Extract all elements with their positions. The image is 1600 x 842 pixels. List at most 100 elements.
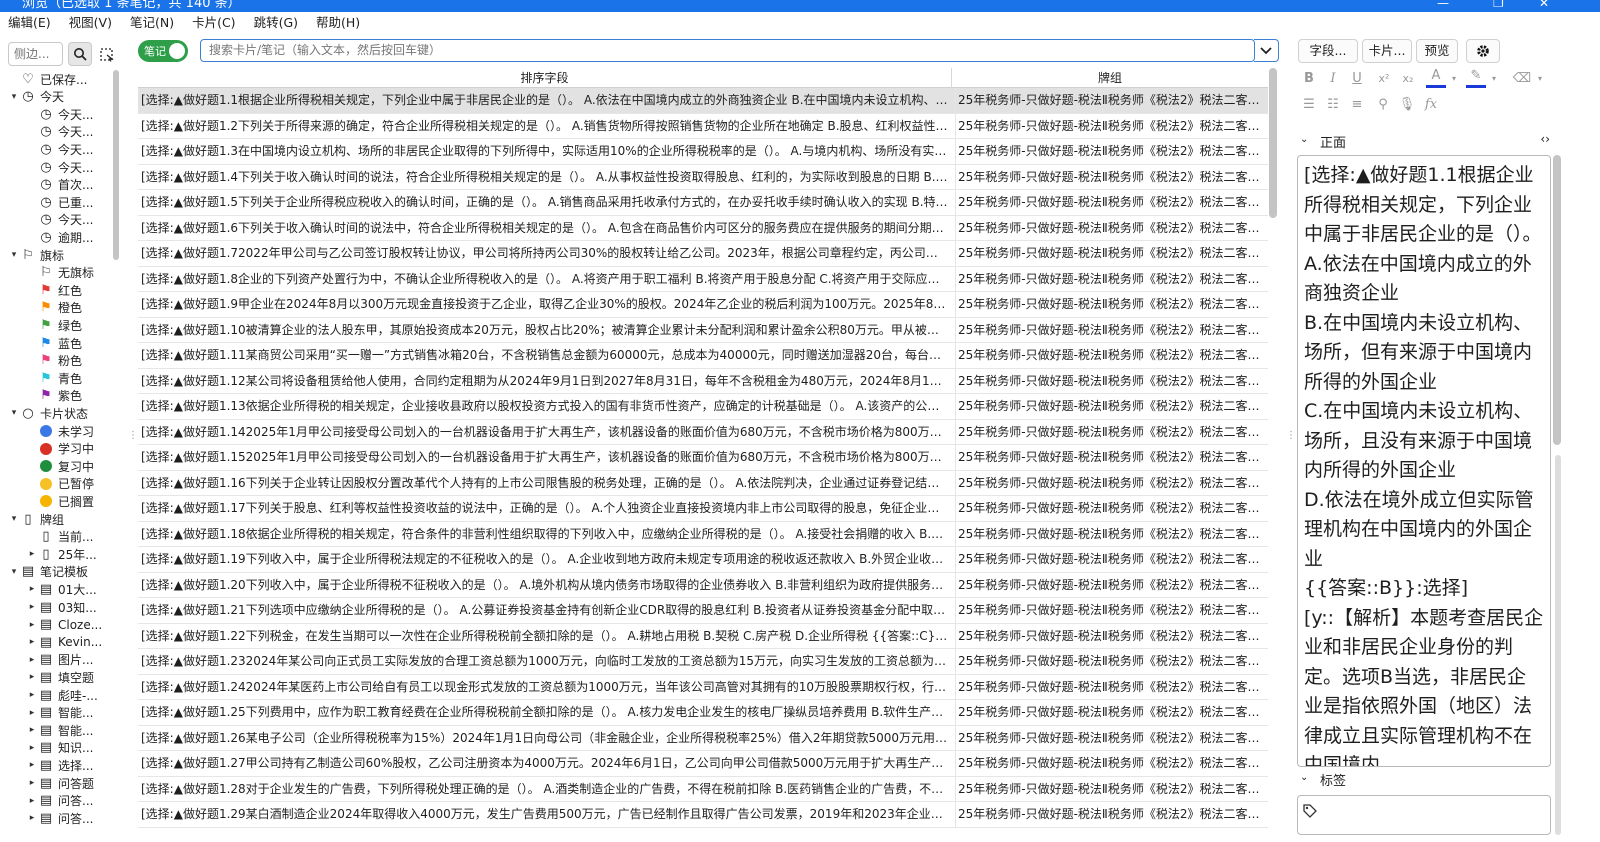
attachment-icon[interactable]: ⚲: [1373, 94, 1393, 114]
sidebar-item[interactable]: ⚑ 绿色: [26, 316, 82, 334]
table-row[interactable]: [选择:▲做好题1.6下列关于收入确认时间的说法中，符合企业所得税相关规定的是（…: [138, 215, 1268, 241]
menu-edit[interactable]: 编辑(E): [8, 12, 51, 34]
eraser-icon[interactable]: ⌫: [1512, 68, 1532, 88]
table-row[interactable]: [选择:▲做好题1.26某电子公司（企业所得税税率为15%）2024年1月1日向…: [138, 725, 1268, 751]
table-row[interactable]: [选择:▲做好题1.8企业的下列资产处置行为中，不确认企业所得税收入的是（）。 …: [138, 266, 1268, 292]
sidebar-item[interactable]: ▸ ▤ 问答题: [26, 774, 94, 792]
expand-arrow-icon[interactable]: ▸: [26, 655, 38, 665]
table-row[interactable]: [选择:▲做好题1.11某商贸公司采用“买一赠一”方式销售冰箱20台，不含税销售…: [138, 343, 1268, 369]
expand-arrow-icon[interactable]: ▸: [26, 708, 38, 718]
sidebar-item[interactable]: ▾ ○ 卡片状态: [8, 404, 88, 422]
table-row[interactable]: [选择:▲做好题1.29某白酒制造企业2024年取得收入4000万元，发生广告费…: [138, 802, 1268, 828]
highlight-icon[interactable]: ✎: [1466, 66, 1486, 88]
subscript-icon[interactable]: x₂: [1397, 68, 1419, 88]
bullet-list-icon[interactable]: ☰: [1299, 94, 1319, 114]
maximize-icon[interactable]: ❐: [1493, 0, 1504, 11]
sidebar-item[interactable]: ▾ ▤ 笔记模板: [8, 563, 88, 581]
tags-input[interactable]: [1297, 795, 1551, 835]
table-row[interactable]: [选择:▲做好题1.9甲企业在2024年8月以300万元现金直接投资于乙企业，取…: [138, 292, 1268, 318]
chevron-down-icon[interactable]: [1254, 39, 1279, 62]
expand-arrow-icon[interactable]: ▾: [8, 92, 20, 102]
sidebar-item[interactable]: ⚐ 无旗标: [26, 264, 94, 282]
expand-arrow-icon[interactable]: ▸: [26, 549, 38, 559]
underline-icon[interactable]: U: [1347, 68, 1367, 88]
menu-help[interactable]: 帮助(H): [316, 12, 360, 34]
preview-button[interactable]: 预览: [1416, 39, 1458, 63]
editor-splitter-handle[interactable]: ⋮: [1286, 430, 1296, 441]
sidebar-item[interactable]: ▸ ▤ Cloze...: [26, 616, 102, 634]
expand-arrow-icon[interactable]: ▸: [26, 672, 38, 682]
sidebar-item[interactable]: ⚑ 青色: [26, 369, 82, 387]
expand-arrow-icon[interactable]: ▸: [26, 760, 38, 770]
expand-arrow-icon[interactable]: ▸: [26, 725, 38, 735]
table-row[interactable]: [选择:▲做好题1.5下列关于企业所得税应税收入的确认时间，正确的是（）。 A.…: [138, 190, 1268, 216]
select-tool-icon[interactable]: [94, 42, 118, 66]
table-row[interactable]: [选择:▲做好题1.13依据企业所得税的相关规定，企业接收县政府以股权投资方式投…: [138, 394, 1268, 420]
sidebar-item[interactable]: 已搁置: [26, 492, 94, 510]
sidebar-item[interactable]: 复习中: [26, 457, 94, 475]
sidebar-item[interactable]: ◷ 今天...: [26, 140, 93, 158]
expand-arrow-icon[interactable]: ▸: [26, 796, 38, 806]
sidebar-item[interactable]: ▸ ▤ 知识...: [26, 739, 94, 757]
table-row[interactable]: [选择:▲做好题1.152025年1月甲公司接受母公司划入的一台机器设备用于扩大…: [138, 445, 1268, 471]
column-header-deck[interactable]: 牌组: [952, 68, 1268, 88]
align-icon[interactable]: ≡: [1347, 94, 1367, 114]
sidebar-item[interactable]: ◷ 逾期...: [26, 228, 93, 246]
table-row[interactable]: [选择:▲做好题1.25下列费用中，应作为职工教育经费在企业所得税税前全额扣除的…: [138, 700, 1268, 726]
table-row[interactable]: [选择:▲做好题1.4下列关于收入确认时间的说法，符合企业所得税相关规定的是（）…: [138, 164, 1268, 190]
sidebar-item[interactable]: ▸ ▤ 智能...: [26, 721, 94, 739]
bold-icon[interactable]: B: [1299, 68, 1319, 88]
sidebar-item[interactable]: ⚑ 橙色: [26, 299, 82, 317]
table-row[interactable]: [选择:▲做好题1.21下列选项中应缴纳企业所得税的是（）。 A.公募证券投资基…: [138, 598, 1268, 624]
sidebar-item[interactable]: 未学习: [26, 422, 94, 440]
expand-arrow-icon[interactable]: ▾: [8, 514, 20, 524]
sidebar-item[interactable]: ▸ ▤ 彪哇-...: [26, 686, 98, 704]
expand-arrow-icon[interactable]: ▸: [26, 743, 38, 753]
sidebar-item[interactable]: ▾ ▯ 牌组: [8, 510, 64, 528]
table-row[interactable]: [选择:▲做好题1.142025年1月甲公司接受母公司划入的一台机器设备用于扩大…: [138, 419, 1268, 445]
menu-go[interactable]: 跳转(G): [254, 12, 298, 34]
superscript-icon[interactable]: x²: [1373, 68, 1395, 88]
table-row[interactable]: [选择:▲做好题1.17下列关于股息、红利等权益性投资收益的说法中，正确的是（）…: [138, 496, 1268, 522]
field-editor-front[interactable]: [选择:▲做好题1.1根据企业所得税相关规定，下列企业中属于非居民企业的是（）。…: [1297, 155, 1551, 767]
sidebar-item[interactable]: ▸ ▤ 问答...: [26, 809, 94, 827]
sidebar-item[interactable]: ▸ ▤ 智能...: [26, 704, 94, 722]
gear-icon[interactable]: [1466, 39, 1500, 63]
sidebar-item[interactable]: ⚑ 紫色: [26, 387, 82, 405]
expand-arrow-icon[interactable]: ▸: [26, 584, 38, 594]
editor-scrollbar[interactable]: [1553, 155, 1561, 445]
chevron-down-icon[interactable]: ▾: [1448, 68, 1460, 88]
chevron-down-icon[interactable]: ▾: [1534, 68, 1546, 88]
sidebar-splitter-handle[interactable]: ⋮: [128, 430, 138, 441]
table-row[interactable]: [选择:▲做好题1.242024年某医药上市公司给自有员工以现金形式发放的工资总…: [138, 674, 1268, 700]
sidebar-item[interactable]: ▸ ▤ 问答...: [26, 792, 94, 810]
sidebar-item[interactable]: 学习中: [26, 440, 94, 458]
formula-icon[interactable]: fx: [1421, 94, 1441, 114]
table-row[interactable]: [选择:▲做好题1.28对于企业发生的广告费，下列所得税处理正确的是（）。 A.…: [138, 776, 1268, 802]
table-row[interactable]: [选择:▲做好题1.12某公司将设备租赁给他人使用，合同约定租期为从2024年9…: [138, 368, 1268, 394]
search-input[interactable]: 搜索卡片/笔记（输入文本，然后按回车键）: [200, 39, 1255, 62]
close-icon[interactable]: ✕: [1539, 0, 1549, 11]
sidebar-scrollbar[interactable]: [113, 70, 119, 260]
expand-arrow-icon[interactable]: ▸: [26, 620, 38, 630]
menu-view[interactable]: 视图(V): [69, 12, 112, 34]
numbered-list-icon[interactable]: ☷: [1323, 94, 1343, 114]
sidebar-item[interactable]: ◷ 已重...: [26, 193, 93, 211]
table-row[interactable]: [选择:▲做好题1.22下列税金，在发生当期可以一次性在企业所得税税前全额扣除的…: [138, 623, 1268, 649]
sidebar-item[interactable]: ⚑ 粉色: [26, 352, 82, 370]
menu-cards[interactable]: 卡片(C): [192, 12, 235, 34]
microphone-icon[interactable]: 🎙: [1397, 94, 1417, 114]
sidebar-item[interactable]: ◷ 今天...: [26, 123, 93, 141]
sidebar-item[interactable]: ⚑ 红色: [26, 281, 82, 299]
table-row[interactable]: [选择:▲做好题1.20下列收入中，属于企业所得税不征税收入的是（）。 A.境外…: [138, 572, 1268, 598]
html-editor-icon[interactable]: ‹›: [1540, 132, 1550, 146]
table-row[interactable]: [选择:▲做好题1.27甲公司持有乙制造公司60%股权，乙公司注册资本为4000…: [138, 751, 1268, 777]
table-row[interactable]: [选择:▲做好题1.3在中国境内设立机构、场所的非居民企业取得的下列所得中，实际…: [138, 139, 1268, 165]
tags-header[interactable]: ⌄ 标签: [1300, 770, 1552, 790]
expand-arrow-icon[interactable]: ▸: [26, 602, 38, 612]
expand-arrow-icon[interactable]: ▸: [26, 813, 38, 823]
table-row[interactable]: [选择:▲做好题1.232024年某公司向正式员工实际发放的合理工资总额为100…: [138, 649, 1268, 675]
table-row[interactable]: [选择:▲做好题1.10被清算企业的法人股东甲，其原始投资成本20万元，股权占比…: [138, 317, 1268, 343]
sidebar-item[interactable]: 已暂停: [26, 475, 94, 493]
sidebar-item[interactable]: ▸ ▤ 图片...: [26, 651, 94, 669]
